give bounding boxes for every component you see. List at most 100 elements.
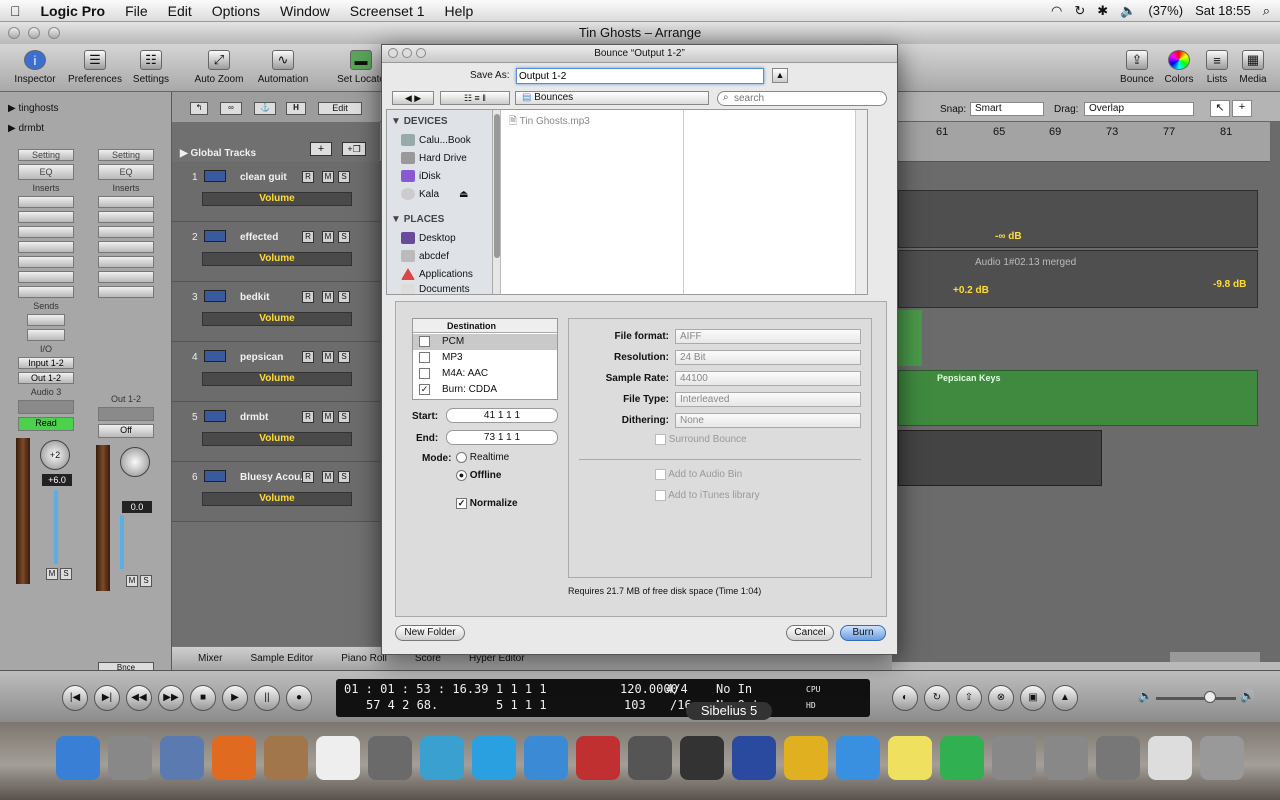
pointer-tool-icon[interactable]: ↖ bbox=[1210, 100, 1230, 117]
dock-automator-icon[interactable] bbox=[992, 736, 1036, 780]
dock-spotify-icon[interactable] bbox=[940, 736, 984, 780]
back-forward-icon[interactable]: ◀ ▶ bbox=[392, 91, 434, 105]
auto-zoom-button[interactable]: ⤢ Auto Zoom bbox=[184, 50, 254, 85]
normalize-option[interactable]: ✓ Normalize bbox=[456, 498, 518, 509]
insert-slot[interactable] bbox=[98, 196, 154, 208]
dest-cdda[interactable]: ✓ Burn: CDDA bbox=[413, 382, 557, 398]
hide-button[interactable]: H bbox=[286, 102, 306, 115]
track-name[interactable]: clean guit bbox=[240, 172, 310, 183]
mute-button-2[interactable]: M bbox=[126, 575, 138, 587]
global-tracks-label[interactable]: ▶ Global Tracks bbox=[180, 148, 256, 159]
region-tinghosts[interactable]: ▶ tinghosts bbox=[8, 98, 168, 118]
solo-icon[interactable]: ⊗ bbox=[988, 685, 1014, 711]
snap-dropdown[interactable]: Smart bbox=[970, 102, 1044, 116]
track-solo-button[interactable]: S bbox=[338, 291, 350, 303]
dest-pcm[interactable]: PCM bbox=[413, 334, 557, 350]
file-format-select[interactable]: AIFF bbox=[675, 329, 861, 344]
dest-pcm-checkbox[interactable] bbox=[419, 335, 430, 347]
offline-radio[interactable]: ● bbox=[456, 470, 467, 481]
search-input[interactable] bbox=[717, 91, 887, 106]
dock-stickies-icon[interactable] bbox=[888, 736, 932, 780]
horizontal-zoom-slider[interactable] bbox=[1170, 652, 1260, 662]
stop-icon[interactable]: ■ bbox=[190, 685, 216, 711]
sidebar-scrollbar[interactable] bbox=[493, 110, 501, 294]
region-drmbt[interactable]: ▶ drmbt bbox=[8, 118, 168, 138]
file-item[interactable]: 🗎 Tin Ghosts.mp3 bbox=[509, 114, 590, 131]
media-button[interactable]: ▦ Media bbox=[1218, 50, 1280, 85]
tab-mixer[interactable]: Mixer bbox=[184, 653, 236, 664]
volume-automation[interactable]: Volume bbox=[202, 432, 352, 446]
add-track-button[interactable]: + bbox=[310, 142, 332, 156]
go-to-start-icon[interactable]: |◀ bbox=[62, 685, 88, 711]
burn-button[interactable]: Burn bbox=[840, 625, 886, 641]
surround-option[interactable]: Surround Bounce bbox=[655, 434, 747, 445]
dialog-close-icon[interactable] bbox=[388, 48, 398, 58]
new-folder-button[interactable]: New Folder bbox=[395, 625, 465, 641]
minimize-icon[interactable] bbox=[28, 27, 40, 39]
volume-automation[interactable]: Volume bbox=[202, 492, 352, 506]
link-icon[interactable]: ∞ bbox=[220, 102, 242, 115]
audio-region-2[interactable]: Audio 1#02.13 merged +0.2 dB -9.8 dB bbox=[898, 250, 1258, 308]
dock-iwork-icon[interactable] bbox=[784, 736, 828, 780]
track-name[interactable]: pepsican bbox=[240, 352, 310, 363]
record-enable-button[interactable]: R bbox=[302, 171, 314, 183]
track-mute-button[interactable]: M bbox=[322, 231, 334, 243]
transport-lcd[interactable]: 01 : 01 : 53 : 16.39 57 4 2 68. 1 1 1 1 … bbox=[336, 679, 870, 717]
track-name[interactable]: bedkit bbox=[240, 292, 310, 303]
tab-sample-editor[interactable]: Sample Editor bbox=[236, 653, 327, 664]
insert-slot[interactable] bbox=[18, 286, 74, 298]
cancel-button[interactable]: Cancel bbox=[786, 625, 834, 641]
pan-knob-2[interactable] bbox=[120, 447, 150, 477]
dock-itunes-icon[interactable] bbox=[524, 736, 568, 780]
dock-document-icon[interactable] bbox=[1148, 736, 1192, 780]
fast-forward-icon[interactable]: ▶▶ bbox=[158, 685, 184, 711]
track-solo-button[interactable]: S bbox=[338, 411, 350, 423]
dock-messenger-icon[interactable] bbox=[420, 736, 464, 780]
dock-mail-stamp-icon[interactable] bbox=[160, 736, 204, 780]
solo-button-2[interactable]: S bbox=[140, 575, 152, 587]
pencil-tool-icon[interactable]: + bbox=[1232, 100, 1252, 117]
track-row[interactable]: 6 Bluesy Acou... R M S Volume bbox=[172, 462, 380, 522]
add-folder-button[interactable]: +❐ bbox=[342, 142, 366, 156]
dock-photo-booth-icon[interactable] bbox=[1044, 736, 1088, 780]
device-kala[interactable]: Kala ⏏ bbox=[401, 188, 468, 200]
record-enable-button[interactable]: R bbox=[302, 231, 314, 243]
metronome-icon[interactable]: ▲ bbox=[1052, 685, 1078, 711]
place-documents[interactable]: Documents bbox=[401, 284, 470, 294]
time-machine-icon[interactable]: ↻ bbox=[1074, 3, 1085, 19]
menu-window[interactable]: Window bbox=[270, 3, 340, 19]
output-button[interactable]: Out 1-2 bbox=[18, 372, 74, 384]
track-mute-button[interactable]: M bbox=[322, 291, 334, 303]
add-itunes-option[interactable]: Add to iTunes library bbox=[655, 490, 760, 501]
track-row[interactable]: 4 pepsican R M S Volume bbox=[172, 342, 380, 402]
pan-knob-1[interactable]: +2 bbox=[40, 440, 70, 470]
dock-trash-icon[interactable] bbox=[1200, 736, 1244, 780]
clock[interactable]: Sat 18:55 bbox=[1195, 3, 1251, 18]
dock-disk-utility-icon[interactable] bbox=[628, 736, 672, 780]
end-field[interactable]: 73 1 1 1 bbox=[446, 430, 558, 445]
record-enable-button[interactable]: R bbox=[302, 291, 314, 303]
cycle-icon[interactable]: ↻ bbox=[924, 685, 950, 711]
track-mute-button[interactable]: M bbox=[322, 471, 334, 483]
insert-slot[interactable] bbox=[18, 226, 74, 238]
device-idisk[interactable]: iDisk bbox=[401, 170, 441, 182]
surround-checkbox[interactable] bbox=[655, 434, 666, 445]
bedkit-region[interactable] bbox=[898, 310, 922, 366]
view-mode-icon[interactable]: ☷ ≡ ‖ bbox=[440, 91, 510, 105]
insert-slot[interactable] bbox=[18, 211, 74, 223]
dock-address-book-icon[interactable] bbox=[264, 736, 308, 780]
menu-screenset[interactable]: Screenset 1 bbox=[340, 3, 435, 19]
insert-slot[interactable] bbox=[98, 256, 154, 268]
add-itunes-checkbox[interactable] bbox=[655, 490, 666, 501]
zoom-icon[interactable] bbox=[48, 27, 60, 39]
file-type-select[interactable]: Interleaved bbox=[675, 392, 861, 407]
back-icon[interactable]: ↰ bbox=[190, 102, 208, 115]
read-button[interactable]: Read bbox=[18, 417, 74, 431]
sync-icon[interactable]: ▣ bbox=[1020, 685, 1046, 711]
setting-button-2[interactable]: Setting bbox=[98, 149, 154, 161]
pause-icon[interactable]: || bbox=[254, 685, 280, 711]
play-icon[interactable]: ▶ bbox=[222, 685, 248, 711]
volume-automation[interactable]: Volume bbox=[202, 252, 352, 266]
track-row[interactable]: 2 effected R M S Volume bbox=[172, 222, 380, 282]
menu-app[interactable]: Logic Pro bbox=[31, 3, 116, 19]
